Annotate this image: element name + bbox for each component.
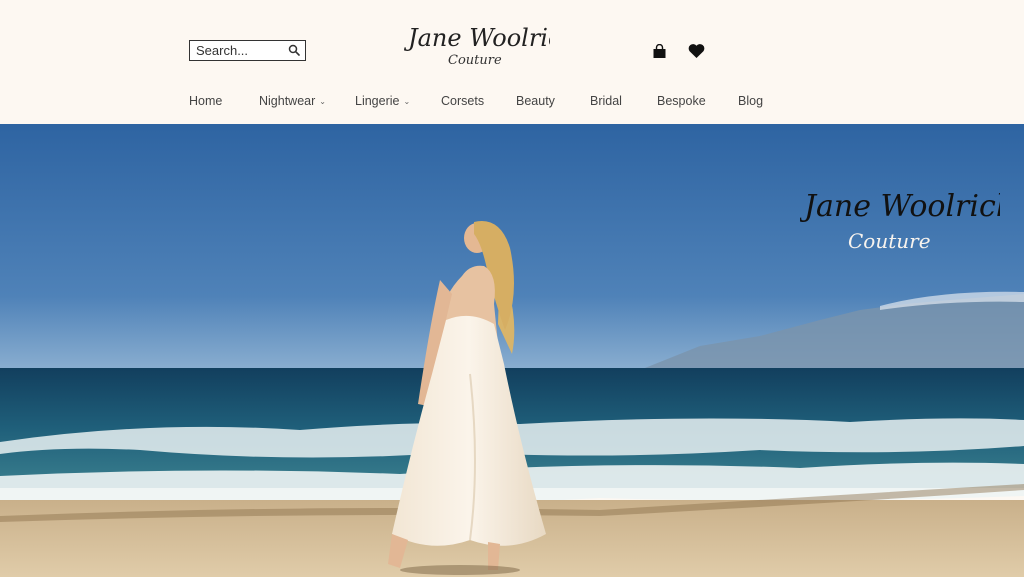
nav-item-nightwear[interactable]: Nightwear ⌄: [259, 94, 326, 108]
site-header: Jane Woolrich Couture Home Nightwear ⌄ L…: [0, 0, 1024, 124]
nav-item-label: Nightwear: [259, 94, 316, 108]
chevron-down-icon: ⌄: [319, 96, 326, 106]
nav-item-home[interactable]: Home: [189, 94, 222, 108]
search-box[interactable]: [189, 40, 306, 61]
nav-item-label: Blog: [738, 94, 764, 108]
nav-item-bespoke[interactable]: Bespoke: [657, 94, 706, 108]
nav-item-label: Bespoke: [657, 94, 706, 108]
chevron-down-icon: ⌄: [403, 96, 411, 106]
heart-icon[interactable]: [688, 43, 705, 59]
nav-item-corsets[interactable]: Corsets: [441, 94, 484, 108]
nav-item-label: Corsets: [441, 94, 485, 108]
shopping-bag-icon[interactable]: [652, 44, 667, 59]
hero-logo: Jane Woolrich Couture: [800, 189, 1000, 253]
nav-item-label: Beauty: [516, 94, 555, 108]
nav-item-beauty[interactable]: Beauty: [516, 94, 555, 108]
nav-item-lingerie[interactable]: Lingerie ⌄: [355, 94, 410, 108]
nav-item-bridal[interactable]: Bridal: [590, 94, 622, 108]
search-input[interactable]: [190, 41, 286, 60]
hero-banner: Jane Woolrich Couture: [0, 124, 1024, 577]
search-icon[interactable]: [288, 44, 300, 56]
hero-logo-script: Jane Woolrich: [800, 189, 1000, 224]
logo-subtitle: Couture: [448, 53, 502, 68]
nav-item-label: Lingerie: [355, 94, 400, 108]
hero-logo-subtitle: Couture: [848, 229, 931, 253]
nav-item-label: Bridal: [590, 94, 622, 108]
nav-item-blog[interactable]: Blog: [738, 94, 763, 108]
site-logo[interactable]: Jane Woolrich Couture: [400, 8, 577, 78]
nav-item-label: Home: [189, 94, 223, 108]
logo-script: Jane Woolrich: [403, 24, 550, 52]
